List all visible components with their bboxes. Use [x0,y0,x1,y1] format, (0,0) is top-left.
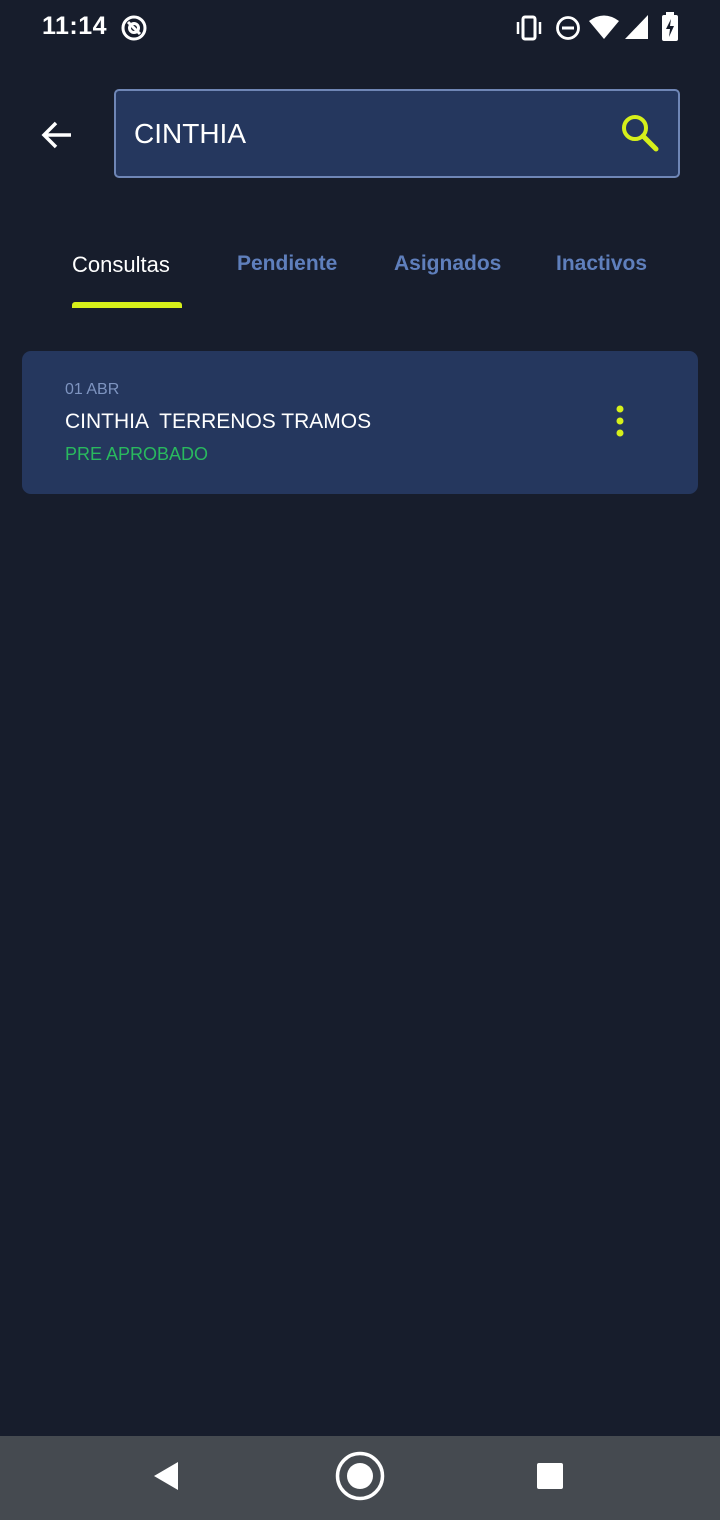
home-circle-icon [334,1450,386,1507]
status-time: 11:14 [42,12,108,40]
card-date: 01 ABR [65,381,120,398]
nav-home-button[interactable] [330,1451,390,1503]
arrow-left-icon [40,120,74,155]
search-input[interactable] [134,91,604,176]
battery-charging-icon [661,12,679,47]
more-vertical-icon [614,405,626,442]
at-sign-icon [120,14,148,47]
status-bar: 11:14 [0,0,720,56]
do-not-disturb-icon [555,15,581,46]
wifi-icon [588,14,620,45]
search-button[interactable] [616,111,664,159]
tab-label: Inactivos [556,252,648,275]
tab-label: Asignados [394,252,502,275]
card-menu-button[interactable] [604,401,636,445]
result-card[interactable]: 01 ABR CINTHIA TERRENOS TRAMOS PRE APROB… [22,351,698,494]
tab-label: Consultas [72,252,170,277]
nav-recents-button[interactable] [520,1453,580,1503]
back-triangle-icon [151,1460,181,1497]
card-title: CINTHIA TERRENOS TRAMOS [65,410,372,433]
recents-square-icon [535,1461,565,1496]
active-tab-indicator [72,302,182,308]
nav-back-button[interactable] [136,1453,196,1503]
search-icon [620,113,660,158]
system-navigation-bar [0,1436,720,1520]
search-box [114,89,680,178]
signal-icon [624,14,650,45]
back-button[interactable] [30,110,84,164]
tab-label: Pendiente [237,252,338,275]
card-status: PRE APROBADO [65,444,209,464]
tab-bar: Consultas Pendiente Asignados Inactivos [0,236,720,312]
vibrate-icon [515,15,543,46]
